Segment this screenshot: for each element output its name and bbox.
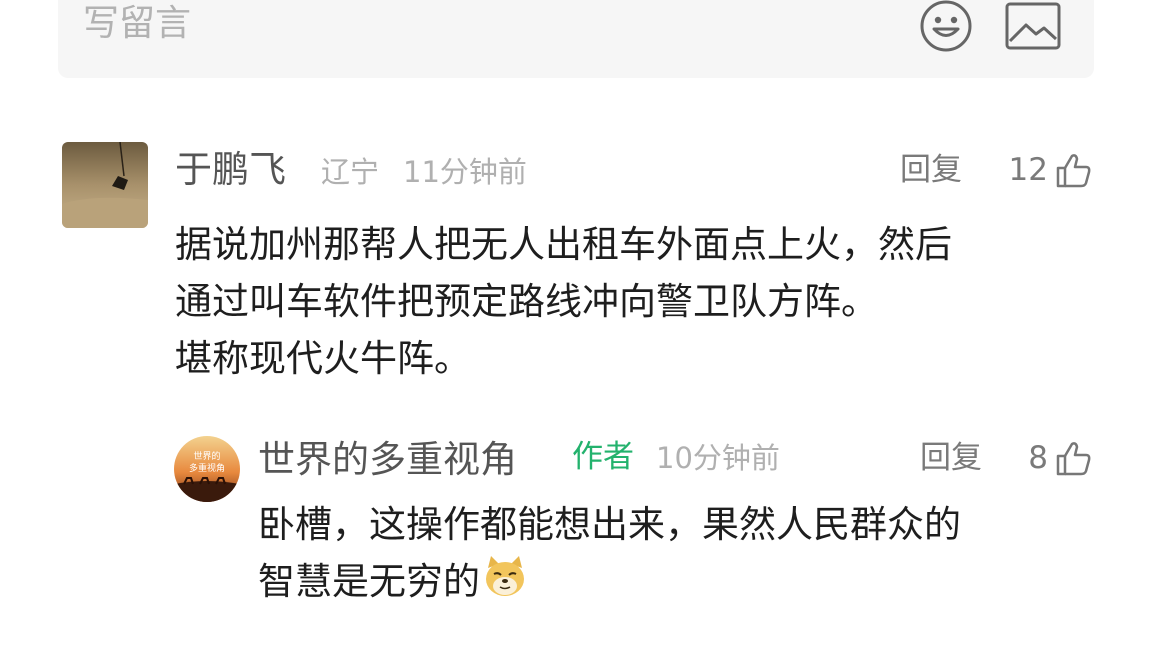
reply-button[interactable]: 回复 [920, 438, 982, 478]
doge-emoji-icon [482, 554, 528, 614]
comment-line: 通过叫车软件把预定路线冲向警卫队方阵。 [175, 280, 878, 323]
reply-time: 10分钟前 [656, 441, 780, 475]
image-icon[interactable] [1004, 1, 1062, 51]
author-badge: 作者 [572, 439, 634, 475]
reply-button[interactable]: 回复 [900, 150, 962, 190]
reply-line: 卧槽，这操作都能想出来，果然人民群众的 [258, 503, 961, 546]
thumbs-up-icon [1056, 442, 1091, 476]
compose-placeholder: 写留言 [83, 3, 192, 44]
like-count: 8 [1028, 440, 1048, 476]
reply-line: 智慧是无穷的 [258, 560, 480, 603]
like-count: 12 [1008, 152, 1048, 188]
reply-author-name[interactable]: 世界的多重视角 [258, 436, 517, 484]
like-button[interactable]: 12 [1009, 150, 1092, 190]
avatar-text: 世界的 [193, 450, 220, 462]
smiley-face-icon[interactable] [918, 0, 974, 54]
like-button[interactable]: 8 [1028, 438, 1092, 478]
avatar[interactable] [62, 142, 148, 228]
comment-text: 据说加州那帮人把无人出租车外面点上火，然后 通过叫车软件把预定路线冲向警卫队方阵… [175, 216, 1105, 387]
avatar[interactable]: 世界的 多重视角 [174, 436, 240, 502]
comment-line: 据说加州那帮人把无人出租车外面点上火，然后 [175, 223, 952, 266]
avatar-text: 多重视角 [189, 462, 225, 474]
comment-time: 11分钟前 [403, 155, 527, 189]
reply-text: 卧槽，这操作都能想出来，果然人民群众的 智慧是无穷的 [258, 496, 1098, 614]
comment-location: 辽宁 [321, 155, 380, 189]
comment-author-name[interactable]: 于鹏飞 [175, 146, 286, 194]
comment-compose-bar[interactable]: 写留言 [58, 0, 1094, 78]
comment-line: 堪称现代火牛阵。 [175, 337, 471, 380]
reply-line-with-emoji: 智慧是无穷的 [258, 553, 1098, 614]
thumbs-up-icon [1056, 154, 1091, 188]
